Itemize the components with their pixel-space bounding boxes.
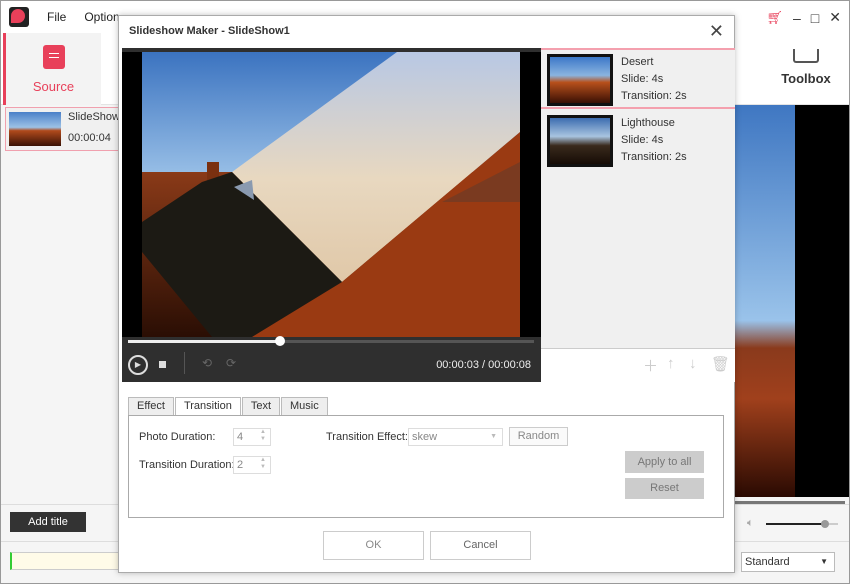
menu-file[interactable]: File xyxy=(47,10,66,24)
slide-thumbnail xyxy=(550,118,610,164)
project-duration: 00:00:04 xyxy=(68,132,111,144)
seek-bar[interactable] xyxy=(128,336,534,346)
photo-duration-input[interactable]: 4 ▲ ▼ xyxy=(233,428,271,446)
main-preview xyxy=(735,105,849,497)
trash-icon[interactable]: 🗑︎ xyxy=(711,355,730,373)
photo-duration-value: 4 xyxy=(237,431,244,443)
quality-select[interactable]: Standard ▼ xyxy=(741,552,835,572)
seek-fill xyxy=(128,340,281,343)
spinner-arrows-icon[interactable]: ▲ ▼ xyxy=(260,457,266,471)
tab-effect[interactable]: Effect xyxy=(128,397,174,415)
output-path-field[interactable] xyxy=(10,552,120,570)
spinner-arrows-icon[interactable]: ▲ ▼ xyxy=(260,429,266,443)
source-icon xyxy=(42,45,65,69)
transition-duration-label: Transition Duration: xyxy=(139,459,235,471)
source-tab[interactable]: Source xyxy=(3,33,101,105)
photo-duration-label: Photo Duration: xyxy=(139,431,216,443)
volume-icon[interactable]: 🔈︎ xyxy=(747,517,754,530)
source-label: Source xyxy=(32,79,75,94)
tab-transition[interactable]: Transition xyxy=(174,397,241,416)
add-title-button[interactable]: Add title xyxy=(10,512,86,532)
cart-icon[interactable]: 🛒︎ xyxy=(766,10,783,26)
slide-item-lighthouse[interactable]: Lighthouse Slide: 4s Transition: 2s xyxy=(541,111,735,172)
apply-to-all-button[interactable]: Apply to all xyxy=(625,451,704,473)
volume-slider[interactable] xyxy=(766,520,838,528)
video-frame xyxy=(122,52,541,337)
transition-effect-value: skew xyxy=(412,431,438,443)
seek-knob[interactable] xyxy=(275,336,286,346)
chevron-down-icon: ▼ xyxy=(820,557,828,566)
project-thumbnail xyxy=(9,112,61,146)
toolbox-label: Toolbox xyxy=(781,71,831,86)
slide-transition: Transition: 2s xyxy=(621,90,687,102)
rotate-left-icon[interactable]: ⟲ xyxy=(202,356,212,370)
stop-button[interactable] xyxy=(159,361,166,368)
tab-music[interactable]: Music xyxy=(281,397,328,415)
window-controls: 🛒︎ – □ ✕ xyxy=(766,9,841,26)
transition-effect-select[interactable]: skew ▼ xyxy=(408,428,503,446)
chevron-down-icon: ▼ xyxy=(490,433,497,440)
volume-fill xyxy=(766,523,826,525)
slide-transition: Transition: 2s xyxy=(621,151,687,163)
rotate-right-icon[interactable]: ⟳ xyxy=(226,356,236,370)
cancel-button[interactable]: Cancel xyxy=(430,531,531,560)
quality-value: Standard xyxy=(745,556,790,568)
toolbox-icon xyxy=(793,49,819,63)
tab-text[interactable]: Text xyxy=(241,397,281,415)
ok-button[interactable]: OK xyxy=(323,531,424,560)
transition-panel: Photo Duration: 4 ▲ ▼ Transition Duration:… xyxy=(128,415,724,518)
close-app-button[interactable]: ✕ xyxy=(829,9,841,26)
transition-frame xyxy=(142,52,520,337)
menu-option[interactable]: Option xyxy=(84,10,119,24)
minimize-button[interactable]: – xyxy=(793,10,801,26)
divider xyxy=(184,352,185,374)
move-up-icon[interactable]: ↑ xyxy=(667,355,675,372)
slide-thumbnail xyxy=(550,57,610,103)
volume-knob[interactable] xyxy=(821,520,830,528)
move-down-icon[interactable]: ↓ xyxy=(689,355,697,372)
random-button[interactable]: Random xyxy=(509,427,568,446)
app-window: File Option 🛒︎ – □ ✕ Source Toolbox Slid… xyxy=(0,0,850,584)
slide-duration: Slide: 4s xyxy=(621,73,664,85)
slide-list: Desert Slide: 4s Transition: 2s Lighthou… xyxy=(541,48,735,348)
add-icon[interactable]: ＋ xyxy=(643,355,658,376)
close-icon[interactable]: ✕ xyxy=(709,21,724,42)
maximize-button[interactable]: □ xyxy=(811,10,819,26)
reset-button[interactable]: Reset xyxy=(625,478,704,499)
slide-item-desert[interactable]: Desert Slide: 4s Transition: 2s xyxy=(541,48,735,109)
slide-duration: Slide: 4s xyxy=(621,134,664,146)
toolbox-button[interactable]: Toolbox xyxy=(771,43,841,86)
time-display: 00:00:03 / 00:00:08 xyxy=(436,359,531,371)
play-button[interactable]: ▶ xyxy=(128,355,148,375)
slideshow-maker-dialog: Slideshow Maker - SlideShow1 ✕ ▶ ⟲ ⟳ 00:… xyxy=(118,15,735,573)
slide-name: Lighthouse xyxy=(621,117,675,129)
settings-tabs: Effect Transition Text Music xyxy=(128,397,329,416)
app-logo xyxy=(9,7,29,27)
slide-controls: ＋ ↑ ↓ 🗑︎ xyxy=(541,348,735,382)
transition-duration-input[interactable]: 2 ▲ ▼ xyxy=(233,456,271,474)
preview-image xyxy=(735,105,795,497)
transition-effect-label: Transition Effect: xyxy=(326,431,408,443)
video-player: ▶ ⟲ ⟳ 00:00:03 / 00:00:08 xyxy=(122,48,541,382)
transition-duration-value: 2 xyxy=(237,459,244,471)
dialog-title: Slideshow Maker - SlideShow1 xyxy=(129,25,290,37)
slide-name: Desert xyxy=(621,56,654,68)
